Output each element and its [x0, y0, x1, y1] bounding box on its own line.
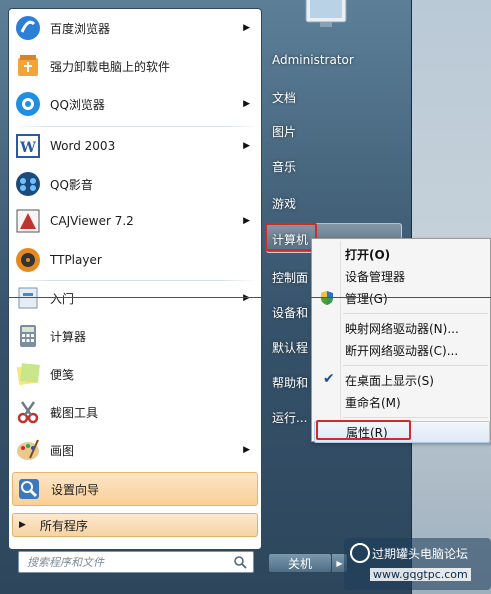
- program-label: 强力卸载电脑上的软件: [50, 59, 171, 74]
- program-label: 设置向导: [51, 482, 100, 497]
- word-icon: W: [12, 130, 44, 162]
- snipping-tool-icon: [12, 396, 44, 428]
- menu-separator: [343, 365, 488, 366]
- chevron-right-icon: ▶: [336, 558, 343, 568]
- annotation-box-properties: [316, 420, 411, 440]
- qq-player-icon: [12, 168, 44, 200]
- calculator-icon: [12, 320, 44, 352]
- svg-text:W: W: [19, 140, 36, 156]
- menu-item-rename[interactable]: 重命名(M): [314, 391, 490, 413]
- program-label: TTPlayer: [50, 253, 102, 267]
- context-menu: 打开(O) 设备管理器 管理(G) 映射网络驱动器(N)... 断开网络驱动器(…: [311, 238, 491, 443]
- menu-item-map-network-drive[interactable]: 映射网络驱动器(N)...: [314, 317, 490, 339]
- default-programs-link[interactable]: 默认程: [272, 339, 308, 356]
- menu-separator: [343, 417, 488, 418]
- documents-link[interactable]: 文档: [272, 89, 296, 106]
- menu-item-label: 在桌面上显示(S): [345, 373, 434, 388]
- watermark-url: www.gqgtpc.com: [370, 568, 471, 581]
- help-support-link[interactable]: 帮助和: [272, 374, 308, 391]
- uac-shield-icon: [321, 291, 333, 305]
- program-snipping-tool[interactable]: 截图工具: [12, 394, 256, 430]
- music-link[interactable]: 音乐: [272, 158, 296, 175]
- search-placeholder: 搜索程序和文件: [27, 556, 104, 569]
- devices-printers-link[interactable]: 设备和: [272, 304, 308, 321]
- program-paint[interactable]: 画图 ▶: [12, 432, 256, 468]
- sticky-notes-icon: [12, 358, 44, 390]
- menu-item-label: 管理(G): [345, 291, 388, 306]
- control-panel-link[interactable]: 控制面: [272, 269, 308, 286]
- submenu-arrow-icon: ▶: [243, 23, 250, 33]
- menu-item-label: 映射网络驱动器(N)...: [345, 321, 459, 336]
- cajviewer-icon: [12, 205, 44, 237]
- program-word-2003[interactable]: W Word 2003 ▶: [12, 128, 256, 164]
- getting-started-icon: [12, 282, 44, 314]
- program-setup-wizard[interactable]: 设置向导: [12, 472, 258, 506]
- qq-browser-icon: [12, 88, 44, 120]
- menu-item-label: 打开(O): [345, 247, 391, 262]
- menu-separator: [343, 313, 488, 314]
- separator: [14, 126, 258, 127]
- user-avatar-icon[interactable]: [302, 0, 350, 30]
- search-icon: [234, 556, 247, 569]
- submenu-arrow-icon: ▶: [243, 141, 250, 151]
- program-label: 百度浏览器: [50, 21, 111, 36]
- paint-icon: [12, 434, 44, 466]
- baidu-browser-icon: [12, 12, 44, 44]
- setup-wizard-icon: [13, 473, 45, 505]
- checkmark-icon: ✔: [323, 371, 335, 387]
- program-label: 画图: [50, 443, 75, 458]
- program-label: 计算器: [50, 329, 87, 344]
- program-ttplayer[interactable]: TTPlayer: [12, 242, 256, 278]
- menu-item-label: 断开网络驱动器(C)...: [345, 343, 459, 358]
- shutdown-button[interactable]: 关机: [268, 553, 332, 573]
- all-programs-label: 所有程序: [39, 518, 88, 533]
- program-label: 截图工具: [50, 405, 99, 420]
- program-getting-started[interactable]: 入门 ▶: [12, 280, 256, 316]
- program-sticky-notes[interactable]: 便笺: [12, 356, 256, 392]
- submenu-arrow-icon: ▶: [243, 216, 250, 226]
- menu-item-disconnect-network-drive[interactable]: 断开网络驱动器(C)...: [314, 339, 490, 361]
- program-qq-browser[interactable]: QQ浏览器 ▶: [12, 86, 256, 122]
- shutdown-label: 关机: [287, 556, 312, 571]
- program-baidu-browser[interactable]: 百度浏览器 ▶: [12, 10, 256, 46]
- menu-item-label: 重命名(M): [345, 395, 401, 410]
- submenu-arrow-icon: ▶: [243, 293, 250, 303]
- watermark-title: 过期罐头电脑论坛: [372, 547, 469, 561]
- submenu-arrow-icon: ▶: [243, 99, 250, 109]
- all-programs-button[interactable]: ▶ 所有程序: [12, 513, 258, 537]
- program-uninstaller[interactable]: 强力卸载电脑上的软件: [12, 48, 256, 84]
- annotation-box-computer: [265, 223, 317, 251]
- menu-item-show-on-desktop[interactable]: ✔ 在桌面上显示(S): [314, 369, 490, 391]
- menu-item-device-manager[interactable]: 设备管理器: [314, 265, 490, 287]
- forum-logo-icon: [350, 543, 370, 563]
- uninstaller-icon: [12, 50, 44, 82]
- program-label: QQ浏览器: [50, 97, 105, 112]
- program-label: 入门: [50, 291, 75, 306]
- menu-item-open[interactable]: 打开(O): [314, 243, 490, 265]
- program-label: 便笺: [50, 367, 75, 382]
- menu-item-label: 设备管理器: [345, 269, 406, 284]
- submenu-arrow-icon: ▶: [243, 445, 250, 455]
- menu-item-manage[interactable]: 管理(G): [314, 287, 490, 309]
- program-label: CAJViewer 7.2: [50, 214, 134, 228]
- program-qq-player[interactable]: QQ影音: [12, 166, 256, 202]
- program-label: QQ影音: [50, 177, 93, 192]
- annotation-line: [0, 297, 491, 298]
- ttplayer-icon: [12, 244, 44, 276]
- pictures-link[interactable]: 图片: [272, 123, 296, 140]
- search-input[interactable]: 搜索程序和文件: [18, 551, 254, 573]
- run-link[interactable]: 运行...: [272, 409, 307, 426]
- program-label: Word 2003: [50, 139, 116, 153]
- expand-arrow-icon: ▶: [19, 520, 26, 530]
- program-cajviewer[interactable]: CAJViewer 7.2 ▶: [12, 203, 256, 239]
- games-link[interactable]: 游戏: [272, 195, 296, 212]
- program-calculator[interactable]: 计算器: [12, 318, 256, 354]
- user-name-link[interactable]: Administrator: [272, 53, 354, 67]
